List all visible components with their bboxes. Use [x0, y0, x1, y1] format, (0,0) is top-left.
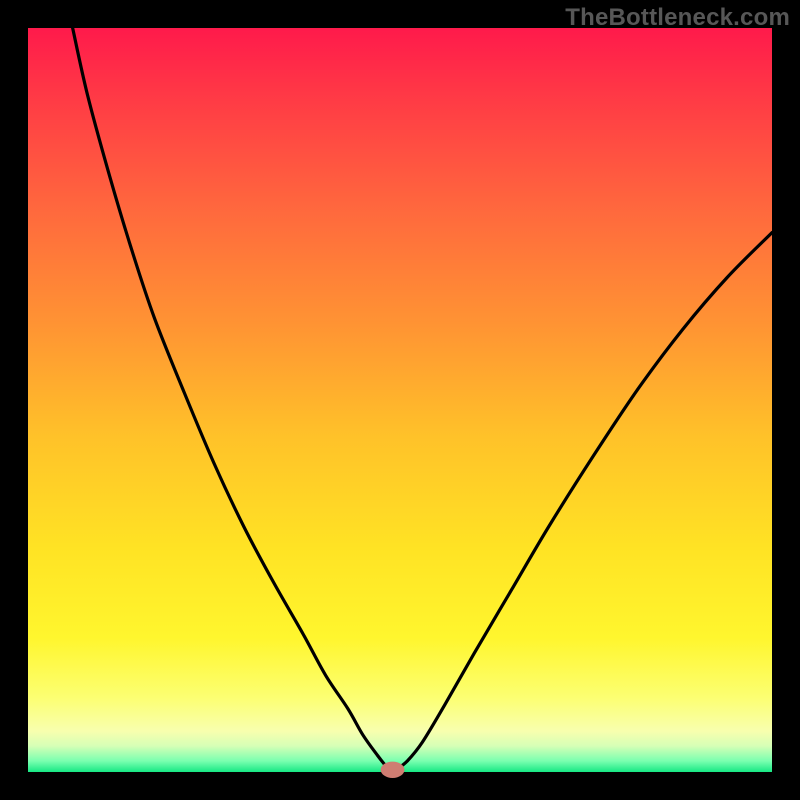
watermark-text: TheBottleneck.com — [565, 4, 790, 32]
plot-background — [28, 28, 772, 772]
chart-frame: { "watermark": "TheBottleneck.com", "cha… — [0, 0, 800, 800]
bottleneck-chart — [0, 0, 800, 800]
minimum-marker — [381, 762, 405, 778]
